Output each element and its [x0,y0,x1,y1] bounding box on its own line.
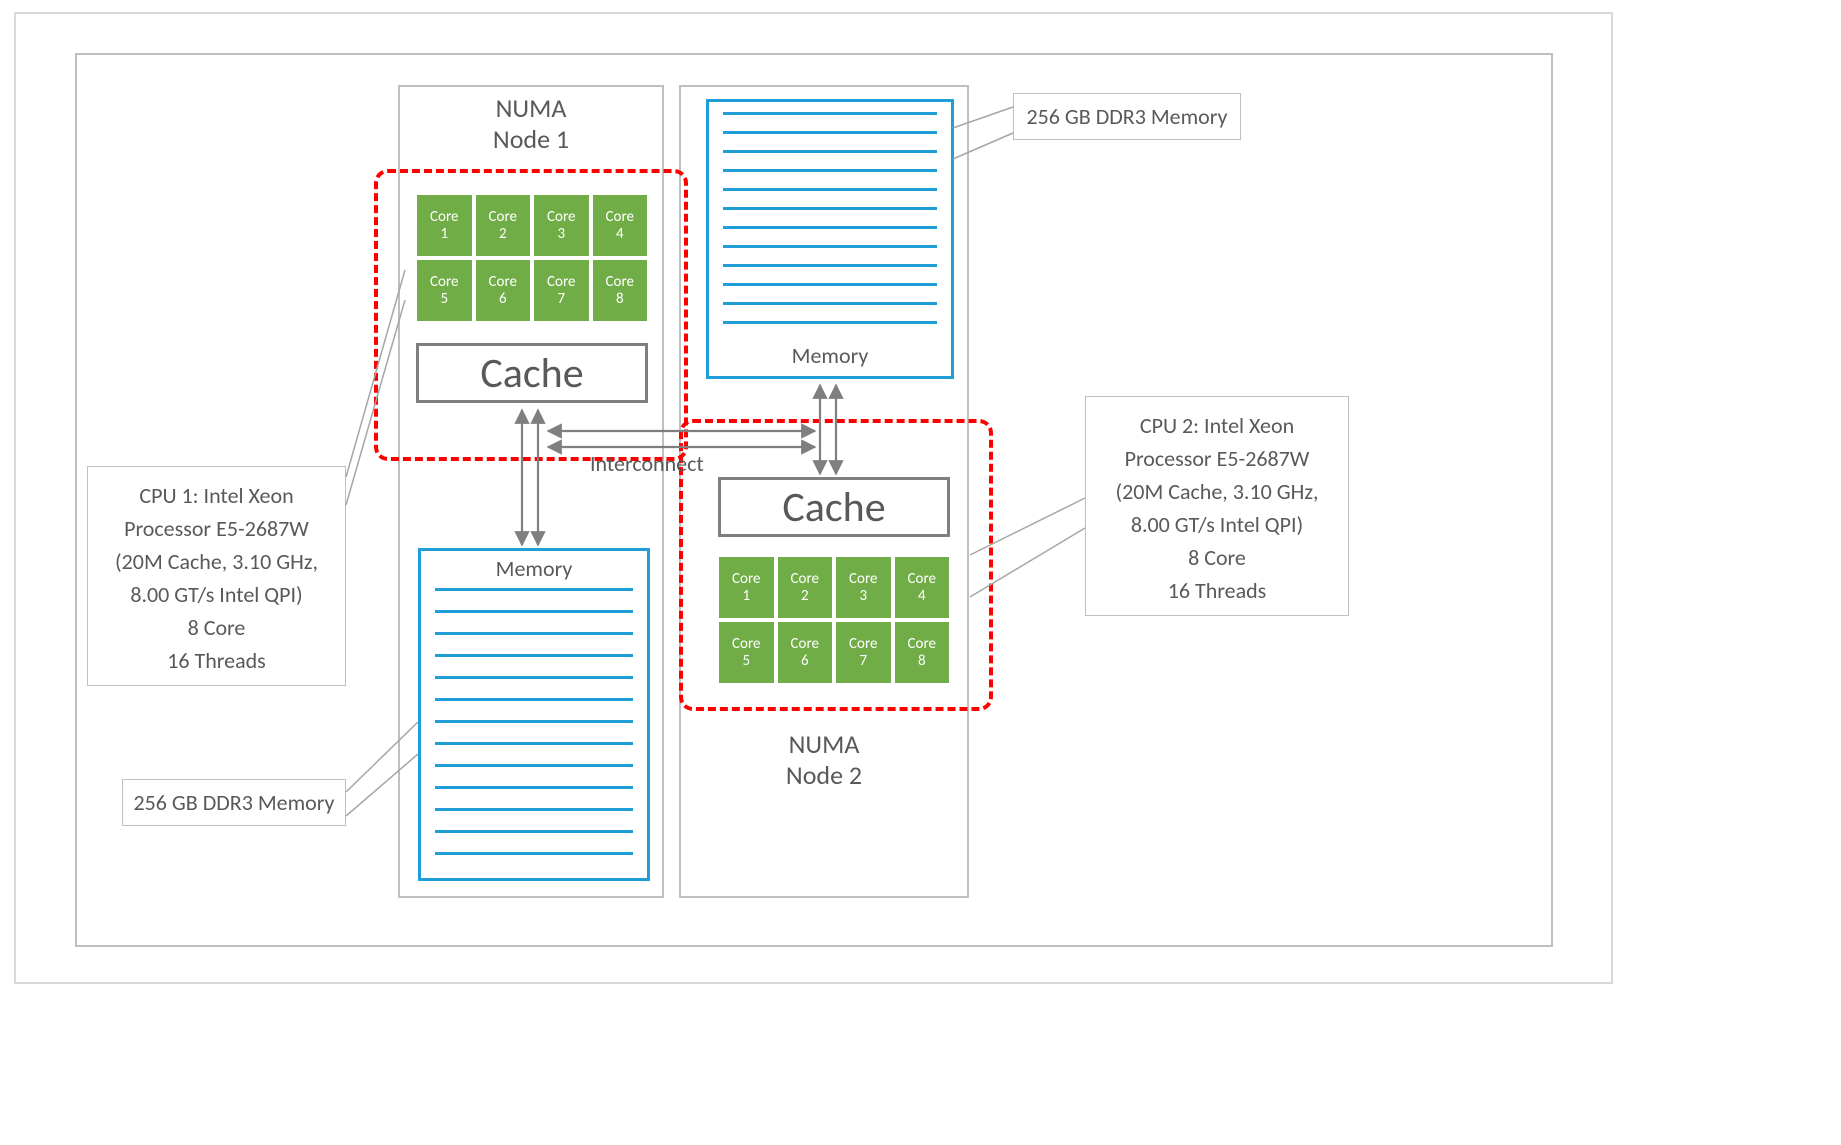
core: Core7 [835,621,892,684]
core: Core1 [416,194,473,257]
core: Core3 [533,194,590,257]
callout-memory-2: 256 GB DDR3 Memory [1013,93,1241,140]
cpu-2-cache: Cache [718,477,950,537]
memory-lines-icon [709,102,951,346]
memory-label: Memory [709,342,951,369]
numa-node-1-title-l1: NUMA [400,93,662,124]
callout-line: CPU 2: Intel Xeon [1096,409,1338,442]
diagram-canvas: NUMA Node 1 NUMA Node 2 Core1 Core2 Core… [0,0,1841,1145]
interconnect-label: Interconnect [590,450,704,477]
callout-line: 16 Threads [98,644,335,677]
core: Core4 [894,556,951,619]
callout-memory-1: 256 GB DDR3 Memory [122,779,346,826]
core: Core1 [718,556,775,619]
callout-cpu-2: CPU 2: Intel Xeon Processor E5-2687W (20… [1085,396,1349,616]
numa-node-2-title-l2: Node 2 [679,760,969,791]
callout-line: Processor E5-2687W [1096,442,1338,475]
cpu-2-cores: Core1 Core2 Core3 Core4 Core5 Core6 Core… [718,556,950,684]
numa-node-1-title-l2: Node 1 [400,124,662,155]
core: Core3 [835,556,892,619]
numa-2-memory: Memory [706,99,954,379]
callout-line: 16 Threads [1096,574,1338,607]
memory-lines-icon [421,588,647,884]
numa-node-2-title-l1: NUMA [679,729,969,760]
core: Core6 [475,259,532,322]
numa-node-1-title: NUMA Node 1 [400,93,662,155]
core: Core5 [416,259,473,322]
core: Core8 [894,621,951,684]
core: Core8 [592,259,649,322]
core: Core6 [777,621,834,684]
core: Core2 [475,194,532,257]
numa-1-memory: Memory [418,548,650,881]
numa-node-2-title: NUMA Node 2 [679,723,969,791]
callout-line: 8.00 GT/s Intel QPI) [98,578,335,611]
core: Core2 [777,556,834,619]
core: Core5 [718,621,775,684]
core: Core7 [533,259,590,322]
cpu-1-cores: Core1 Core2 Core3 Core4 Core5 Core6 Core… [416,194,648,322]
callout-line: CPU 1: Intel Xeon [98,479,335,512]
callout-line: (20M Cache, 3.10 GHz, [98,545,335,578]
callout-line: Processor E5-2687W [98,512,335,545]
memory-label: Memory [421,555,647,582]
callout-line: 8 Core [98,611,335,644]
callout-line: (20M Cache, 3.10 GHz, [1096,475,1338,508]
cpu-1-cache: Cache [416,343,648,403]
core: Core4 [592,194,649,257]
callout-cpu-1: CPU 1: Intel Xeon Processor E5-2687W (20… [87,466,346,686]
callout-line: 8 Core [1096,541,1338,574]
callout-line: 8.00 GT/s Intel QPI) [1096,508,1338,541]
